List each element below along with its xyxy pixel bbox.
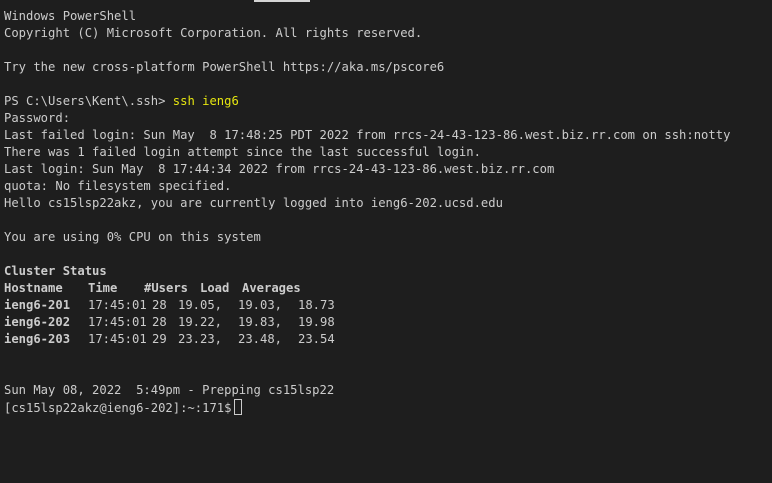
row-load-3: 23.54 — [298, 332, 335, 346]
ssh-command: ssh ieng6 — [172, 94, 239, 108]
row-users: 28 — [152, 298, 167, 312]
ps-tip: Try the new cross-platform PowerShell ht… — [4, 60, 445, 74]
row-load-2: 23.48, — [238, 332, 283, 346]
prep-message: Sun May 08, 2022 5:49pm - Prepping cs15l… — [4, 383, 335, 397]
row-hostname: ieng6-203 — [4, 332, 71, 346]
last-failed-login: Last failed login: Sun May 8 17:48:25 PD… — [4, 128, 731, 142]
row-load-2: 19.03, — [238, 298, 283, 312]
quota-message: quota: No filesystem specified. — [4, 179, 232, 193]
row-users: 28 — [152, 315, 167, 329]
row-load-1: 19.22, — [178, 315, 223, 329]
cursor-icon[interactable] — [234, 399, 243, 415]
table-row: ieng6-202 17:45:01 28 19.22, 19.83, 19.9… — [4, 314, 772, 331]
row-time: 17:45:01 — [88, 315, 147, 329]
row-time: 17:45:01 — [88, 332, 147, 346]
header-hostname: Hostname — [4, 281, 63, 295]
ps-command-line: PS C:\Users\Kent\.ssh> ssh ieng6 — [4, 93, 772, 110]
row-load-2: 19.83, — [238, 315, 283, 329]
row-load-3: 19.98 — [298, 315, 335, 329]
row-users: 29 — [152, 332, 167, 346]
row-load-1: 23.23, — [178, 332, 223, 346]
last-login: Last login: Sun May 8 17:44:34 2022 from… — [4, 162, 555, 176]
ps-prompt: PS C:\Users\Kent\.ssh> — [4, 94, 173, 108]
failed-attempt-count: There was 1 failed login attempt since t… — [4, 145, 481, 159]
terminal-window[interactable]: Windows PowerShell Copyright (C) Microso… — [0, 0, 772, 483]
shell-prompt-line[interactable]: [cs15lsp22akz@ieng6-202]:~:171$ — [4, 399, 772, 416]
password-prompt: Password: — [4, 111, 71, 125]
table-row: ieng6-201 17:45:01 28 19.05, 19.03, 18.7… — [4, 297, 772, 314]
cpu-message: You are using 0% CPU on this system — [4, 230, 261, 244]
header-time: Time — [88, 281, 118, 295]
ps-copyright: Copyright (C) Microsoft Corporation. All… — [4, 26, 423, 40]
hello-message: Hello cs15lsp22akz, you are currently lo… — [4, 196, 503, 210]
header-users: #Users — [144, 281, 189, 295]
header-averages: Averages — [242, 281, 301, 295]
row-load-1: 19.05, — [178, 298, 223, 312]
row-hostname: ieng6-202 — [4, 315, 71, 329]
row-load-3: 18.73 — [298, 298, 335, 312]
header-load: Load — [200, 281, 230, 295]
row-time: 17:45:01 — [88, 298, 147, 312]
active-tab-indicator — [254, 0, 310, 2]
cluster-table-header: Hostname Time #Users Load Averages — [4, 280, 772, 297]
row-hostname: ieng6-201 — [4, 298, 71, 312]
cluster-status-title: Cluster Status — [4, 264, 107, 278]
ps-title: Windows PowerShell — [4, 9, 137, 23]
table-row: ieng6-203 17:45:01 29 23.23, 23.48, 23.5… — [4, 331, 772, 348]
shell-prompt: [cs15lsp22akz@ieng6-202]:~:171$ — [4, 401, 232, 415]
